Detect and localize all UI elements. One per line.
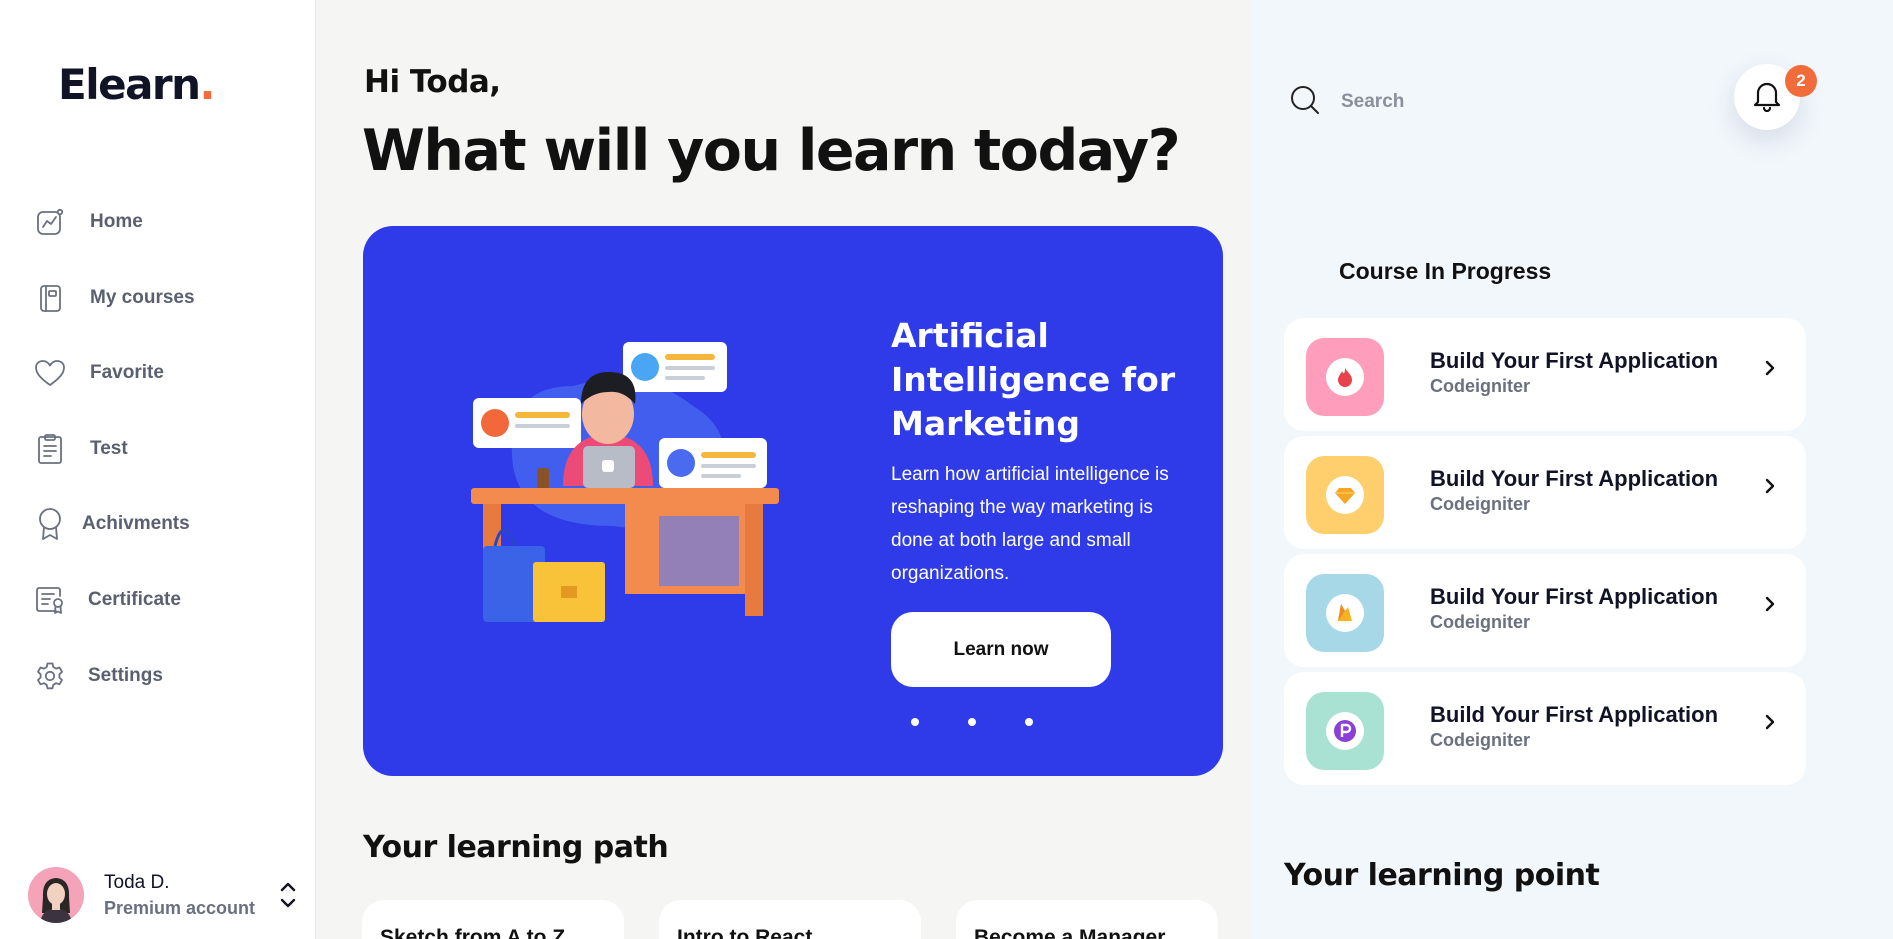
right-panel: 2 Course In Progress Build Your First Ap… xyxy=(1251,0,1893,939)
course-card[interactable]: Build Your First Application Codeigniter xyxy=(1284,672,1806,785)
nav-item-home[interactable]: Home xyxy=(30,200,143,244)
learning-path-title: Your learning path xyxy=(363,830,669,865)
brand-logo[interactable]: Elearn. xyxy=(58,60,216,109)
course-in-progress-title: Course In Progress xyxy=(1339,258,1552,284)
course-illustration xyxy=(463,326,783,626)
flame-icon xyxy=(1306,338,1384,416)
user-account[interactable]: Toda D. Premium account xyxy=(28,866,300,924)
account-switch-chevron-icon[interactable] xyxy=(276,878,300,912)
nav-label-achivments: Achivments xyxy=(82,513,190,534)
nav-item-certificate[interactable]: Certificate xyxy=(30,578,181,622)
chevron-right-icon[interactable] xyxy=(1760,476,1780,496)
featured-course-banner: Artificial Intelligence for Marketing Le… xyxy=(363,226,1223,776)
page-headline: What will you learn today? xyxy=(362,118,1181,184)
nav-item-achivments[interactable]: Achivments xyxy=(30,502,190,546)
nav-label-test: Test xyxy=(90,438,128,459)
p-logo-icon xyxy=(1306,692,1384,770)
chevron-right-icon[interactable] xyxy=(1760,594,1780,614)
learning-path-card-title: Sketch from A to Z xyxy=(380,926,566,939)
learning-path-card[interactable]: Become a Manager xyxy=(956,900,1218,939)
hero-title: Artificial Intelligence for Marketing xyxy=(891,316,1176,443)
avatar xyxy=(28,867,84,923)
hero-description: Learn how artificial intelligence is res… xyxy=(891,464,1169,584)
nav-item-settings[interactable]: Settings xyxy=(30,654,163,698)
award-icon xyxy=(30,504,70,544)
course-name: Build Your First Application xyxy=(1430,584,1719,609)
search-input[interactable] xyxy=(1341,91,1641,113)
course-framework: Codeigniter xyxy=(1430,730,1531,750)
learn-now-button[interactable]: Learn now xyxy=(891,612,1111,687)
nav-label-my-courses: My courses xyxy=(90,287,195,308)
nav-item-my-courses[interactable]: My courses xyxy=(30,276,195,320)
course-framework: Codeigniter xyxy=(1430,612,1531,632)
diamond-icon xyxy=(1306,456,1384,534)
heart-icon xyxy=(30,353,70,393)
course-framework: Codeigniter xyxy=(1430,376,1531,396)
user-role: Premium account xyxy=(104,897,256,918)
chevron-right-icon[interactable] xyxy=(1760,358,1780,378)
nav-label-settings: Settings xyxy=(88,665,163,686)
notification-count-badge: 2 xyxy=(1785,65,1817,97)
sidebar: Elearn. Home My courses Favorite Test Ac… xyxy=(0,0,316,939)
chart-line-icon xyxy=(30,202,70,242)
course-card[interactable]: Build Your First Application Codeigniter xyxy=(1284,436,1806,549)
course-card[interactable]: Build Your First Application Codeigniter xyxy=(1284,318,1806,431)
user-name: Toda D. xyxy=(104,871,170,893)
nav-label-favorite: Favorite xyxy=(90,362,164,383)
course-framework: Codeigniter xyxy=(1430,494,1531,514)
search-icon[interactable] xyxy=(1289,84,1321,121)
learning-path-card[interactable]: Sketch from A to Z xyxy=(362,900,624,939)
bell-icon xyxy=(1750,78,1784,117)
carousel-dot-1[interactable] xyxy=(911,718,919,726)
certificate-icon xyxy=(30,580,70,620)
nav-label-home: Home xyxy=(90,211,143,232)
book-icon xyxy=(30,278,70,318)
search-bar xyxy=(1289,80,1689,124)
greeting: Hi Toda, xyxy=(364,64,501,100)
carousel-dot-3[interactable] xyxy=(1025,718,1033,726)
nav-item-favorite[interactable]: Favorite xyxy=(30,351,164,395)
gear-icon xyxy=(30,656,70,696)
learning-path-card-title: Intro to React xyxy=(677,926,813,939)
course-name: Build Your First Application xyxy=(1430,348,1719,373)
firebase-icon xyxy=(1306,574,1384,652)
carousel-dot-2[interactable] xyxy=(968,718,976,726)
course-card[interactable]: Build Your First Application Codeigniter xyxy=(1284,554,1806,667)
learning-path-card-title: Become a Manager xyxy=(974,926,1166,939)
learning-point-title: Your learning point xyxy=(1284,858,1600,893)
chevron-right-icon[interactable] xyxy=(1760,712,1780,732)
course-name: Build Your First Application xyxy=(1430,702,1719,727)
clipboard-icon xyxy=(30,429,70,469)
course-name: Build Your First Application xyxy=(1430,466,1719,491)
nav-item-test[interactable]: Test xyxy=(30,427,128,471)
learning-path-card[interactable]: Intro to React xyxy=(659,900,921,939)
nav-label-certificate: Certificate xyxy=(88,589,181,610)
